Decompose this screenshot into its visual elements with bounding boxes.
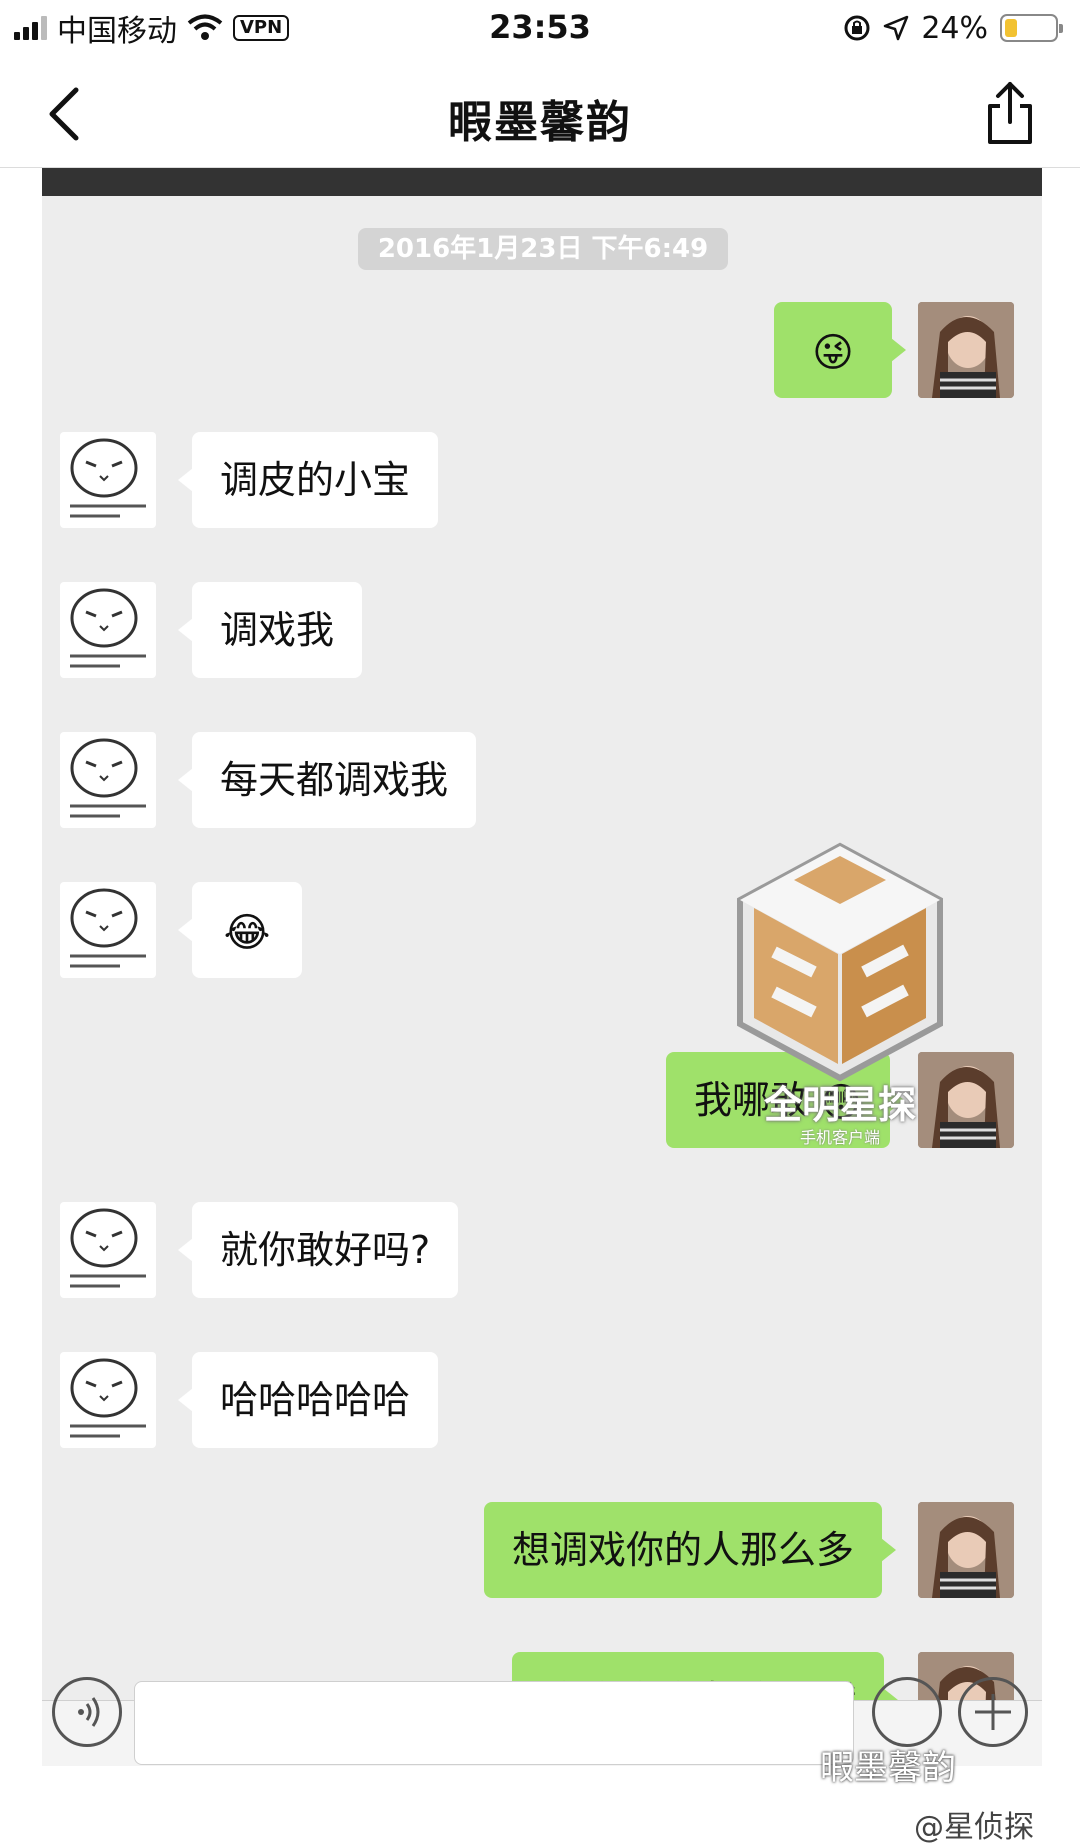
nav-bar: 暇墨馨韵 <box>0 60 1080 168</box>
rotation-lock-icon <box>844 15 870 41</box>
avatar[interactable] <box>60 1202 156 1298</box>
message-in: 就你敢好吗? <box>177 1202 459 1298</box>
message-in: 调戏我 <box>177 582 363 678</box>
chat-header-strip <box>42 168 1042 196</box>
watermark-logo: 全明星探 手机客户端 <box>734 842 946 1147</box>
voice-icon[interactable] <box>52 1677 122 1747</box>
watermark-subtext: 手机客户端 <box>799 1128 880 1147</box>
avatar[interactable] <box>60 432 156 528</box>
winking-face-icon: 😜 <box>812 329 854 376</box>
message-in: 😂 <box>178 882 302 978</box>
location-arrow-icon <box>884 15 909 41</box>
cube-logo-icon <box>737 842 943 1082</box>
tears-of-joy-icon: 😂 <box>223 909 271 956</box>
battery-level <box>1005 19 1017 37</box>
message-out: 😜 <box>774 302 906 398</box>
chat-timestamp: 2016年1月23日 下午6:49 <box>358 228 728 270</box>
message-in: 调皮的小宝 <box>177 432 439 528</box>
message-out: 想调戏你的人那么多 <box>484 1502 897 1598</box>
page-title: 暇墨馨韵 <box>448 97 632 148</box>
account-watermark: 暇墨馨韵 <box>820 1740 956 1789</box>
avatar[interactable] <box>918 1502 1014 1598</box>
account-watermark-text: 暇墨馨韵 <box>820 1748 956 1788</box>
avatar[interactable] <box>60 1352 156 1448</box>
status-bar: 中国移动 VPN 23:53 24% <box>0 0 1080 56</box>
chat-screenshot: 2016年1月23日 下午6:49 😜 调皮的小宝 调戏我 每天都调戏我 😂 我… <box>42 168 1042 1766</box>
message-in: 哈哈哈哈哈 <box>177 1352 439 1448</box>
plus-icon[interactable] <box>958 1677 1028 1747</box>
message-input[interactable] <box>134 1681 854 1765</box>
battery-icon <box>1000 14 1063 42</box>
weibo-watermark: @星侦探 <box>914 1810 1034 1845</box>
avatar[interactable] <box>60 582 156 678</box>
watermark-text: 全明星探 <box>763 1083 916 1127</box>
avatar[interactable] <box>60 882 156 978</box>
emoji-icon[interactable] <box>872 1677 942 1747</box>
share-icon[interactable] <box>980 78 1040 148</box>
avatar[interactable] <box>60 732 156 828</box>
message-in: 每天都调戏我 <box>177 732 477 828</box>
avatar[interactable] <box>918 302 1014 398</box>
battery-percent: 24% <box>921 10 988 46</box>
